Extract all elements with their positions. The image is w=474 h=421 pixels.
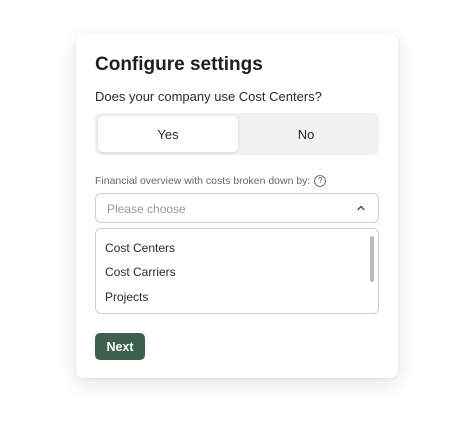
select-dropdown-list: Cost Centers Cost Carriers Projects (95, 228, 379, 314)
select-placeholder: Please choose (107, 202, 186, 216)
help-icon[interactable]: ? (314, 175, 327, 187)
breakdown-select[interactable]: Please choose (95, 193, 379, 223)
chevron-up-icon (357, 205, 365, 211)
toggle-yes-option[interactable]: Yes (98, 116, 238, 152)
dropdown-scrollbar[interactable] (370, 236, 374, 282)
option-cost-carriers[interactable]: Cost Carriers (105, 265, 176, 279)
option-cost-centers[interactable]: Cost Centers (105, 241, 175, 255)
page-title: Configure settings (95, 54, 263, 75)
cost-centers-question: Does your company use Cost Centers? (95, 89, 322, 104)
option-projects[interactable]: Projects (105, 290, 148, 304)
next-button[interactable]: Next (95, 333, 145, 360)
breakdown-field-label: Financial overview with costs broken dow… (95, 175, 327, 187)
breakdown-label-text: Financial overview with costs broken dow… (95, 175, 311, 187)
yes-no-toggle: Yes No (95, 113, 379, 155)
toggle-no-option[interactable]: No (236, 116, 376, 152)
settings-card: Configure settings Does your company use… (76, 34, 398, 378)
